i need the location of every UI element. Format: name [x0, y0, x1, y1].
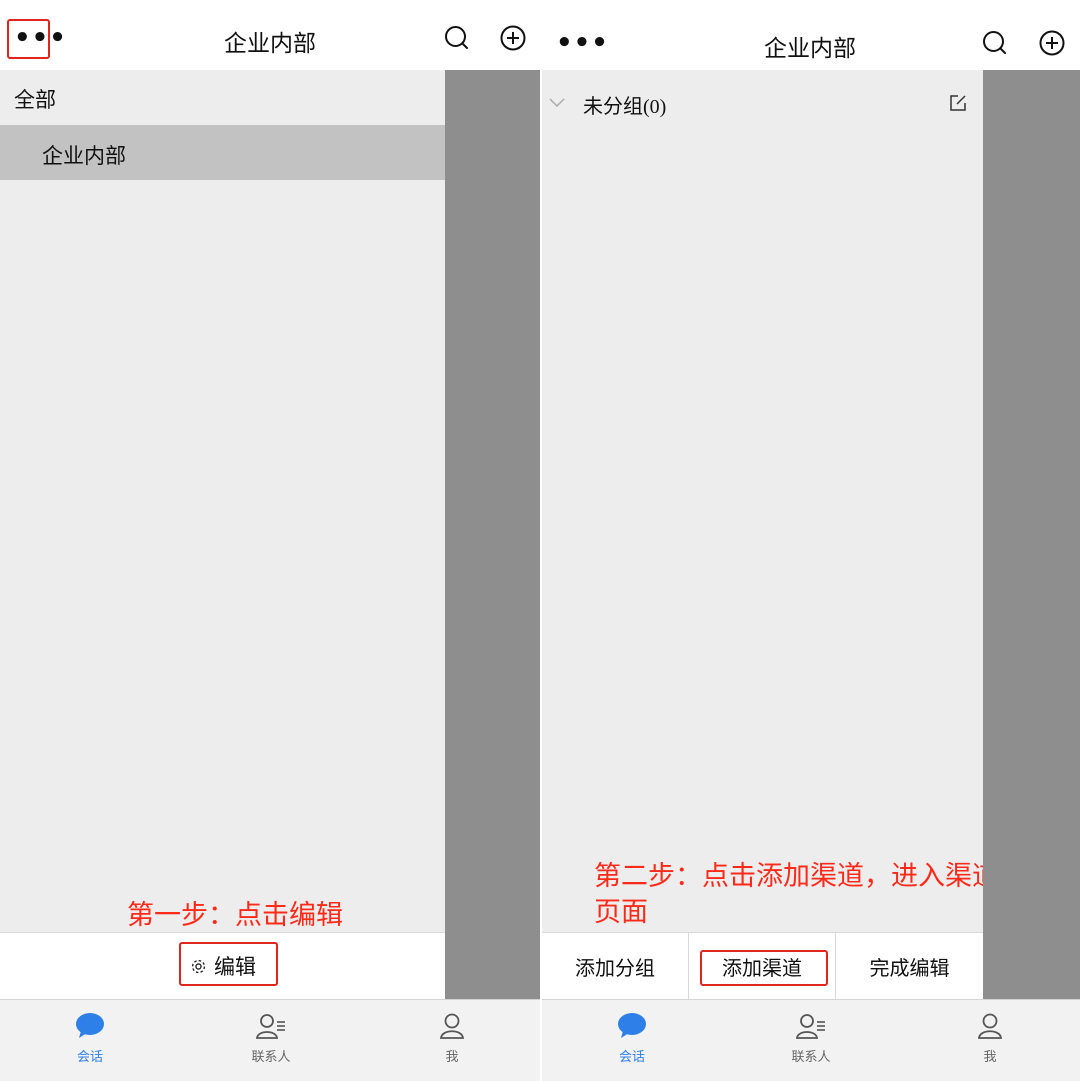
top-bar: ••• 企业内部	[0, 0, 540, 70]
contacts-icon	[255, 1014, 285, 1039]
tab-contacts[interactable]: 联系人	[221, 1012, 321, 1065]
tab-label: 会话	[76, 1050, 103, 1065]
drawer-menu: 未分组(0) 第二步：点击添加渠道，进入渠道编辑 页面	[542, 70, 1053, 999]
add-group-button[interactable]: 添加分组	[542, 933, 689, 999]
menu-item-all[interactable]: 全部	[14, 84, 56, 114]
tab-label: 我	[445, 1050, 459, 1065]
right-screen: ••• 企业内部 未分组(0) 第二步：点击添加渠道，进入渠道编辑 页面 添加分…	[542, 0, 1080, 1081]
bottom-tab-bar: 会话 联系人 我	[0, 999, 540, 1081]
search-icon[interactable]	[443, 24, 471, 52]
edit-icon[interactable]	[949, 94, 967, 112]
tab-label: 联系人	[791, 1050, 831, 1065]
edit-bar: 编辑	[0, 932, 445, 999]
tab-label: 我	[983, 1050, 997, 1065]
dim-overlay[interactable]	[983, 70, 1080, 999]
tab-me[interactable]: 我	[402, 1012, 502, 1065]
highlight-box-edit	[179, 942, 278, 986]
tab-me[interactable]: 我	[940, 1012, 1040, 1065]
search-icon[interactable]	[981, 29, 1009, 57]
menu-item-selected[interactable]: 企业内部	[0, 125, 445, 180]
tab-chat[interactable]: 会话	[40, 1012, 140, 1065]
menu-item-label: 企业内部	[42, 144, 126, 168]
tab-chat[interactable]: 会话	[582, 1012, 682, 1065]
group-label[interactable]: 未分组(0)	[583, 90, 666, 119]
person-icon	[439, 1013, 465, 1039]
tab-contacts[interactable]: 联系人	[761, 1012, 861, 1065]
chevron-down-icon[interactable]	[549, 98, 565, 108]
page-title: 企业内部	[764, 36, 856, 62]
step-one-annotation: 第一步：点击编辑	[127, 900, 343, 931]
chat-bubble-icon	[618, 1013, 646, 1038]
tab-label: 联系人	[251, 1050, 291, 1065]
left-screen: ••• 企业内部 全部 企业内部 第一步：点击编辑 编辑 会话 联系人 我	[0, 0, 540, 1081]
highlight-box-add-channel	[700, 950, 828, 986]
top-bar: ••• 企业内部	[542, 0, 1080, 70]
dim-overlay[interactable]	[445, 70, 540, 999]
finish-edit-button[interactable]: 完成编辑	[836, 933, 983, 999]
chat-bubble-icon	[76, 1013, 104, 1038]
edit-actions-bar: 添加分组 添加渠道 完成编辑	[542, 932, 983, 999]
tab-label: 会话	[618, 1050, 645, 1065]
add-circle-icon[interactable]	[499, 24, 527, 52]
more-button[interactable]: •••	[556, 30, 608, 56]
highlight-box-more	[7, 19, 50, 59]
add-circle-icon[interactable]	[1038, 29, 1066, 57]
drawer-menu: 全部 企业内部	[0, 70, 445, 999]
contacts-icon	[795, 1014, 825, 1039]
page-title: 企业内部	[224, 31, 316, 57]
bottom-tab-bar: 会话 联系人 我	[542, 999, 1080, 1081]
person-icon	[977, 1013, 1003, 1039]
